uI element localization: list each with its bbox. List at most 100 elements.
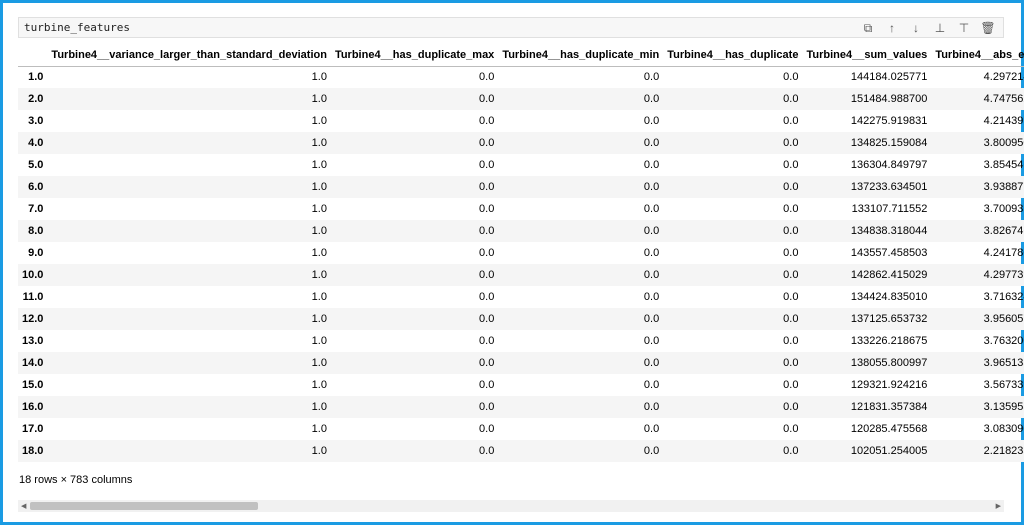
table-cell: 0.0 bbox=[783, 247, 799, 259]
table-cell: 4.747562e+08 bbox=[983, 93, 1024, 105]
table-cell: 1.0 bbox=[311, 93, 327, 105]
row-index: 14.0 bbox=[22, 357, 44, 369]
table-cell: 0.0 bbox=[643, 159, 660, 171]
table-cell: 1.0 bbox=[311, 423, 327, 435]
column-header: Turbine4__has_duplicate_max bbox=[330, 45, 499, 67]
scroll-right-icon[interactable]: ▶ bbox=[996, 502, 1001, 510]
table-row: 13.0 1.0 0.0 0.0 0.0 133226.218675 3.763200e+0… bbox=[18, 330, 1024, 352]
table-cell: 0.0 bbox=[479, 313, 495, 325]
table-cell: 0.0 bbox=[783, 445, 799, 457]
table-cell: 0.0 bbox=[783, 335, 799, 347]
table-cell: 0.0 bbox=[643, 357, 660, 369]
horizontal-scrollbar[interactable]: ◀ ▶ bbox=[18, 500, 1004, 512]
table-row: 16.0 1.0 0.0 0.0 0.0 121831.357384 3.135953e+0… bbox=[18, 396, 1024, 418]
table-cell: 1.0 bbox=[311, 379, 327, 391]
table-cell: 0.0 bbox=[643, 445, 660, 457]
table-cell: 1.0 bbox=[311, 445, 327, 457]
column-header: Turbine4__has_duplicate_min bbox=[498, 45, 664, 67]
table-row: 11.0 1.0 0.0 0.0 0.0 134424.835010 3.716324e+0… bbox=[18, 286, 1024, 308]
table-row: 2.0 1.0 0.0 0.0 0.0 151484.988700 4.747562e+08 bbox=[18, 88, 1024, 110]
dataframe-table: Turbine4__variance_larger_than_standard_… bbox=[18, 45, 1024, 462]
table-cell: 0.0 bbox=[479, 423, 495, 435]
table-cell: 129321.924216 bbox=[850, 379, 928, 391]
table-cell: 0.0 bbox=[479, 357, 495, 369]
table-cell: 3.567339e+08 bbox=[983, 379, 1024, 391]
row-index: 18.0 bbox=[22, 445, 44, 457]
row-index: 8.0 bbox=[28, 225, 44, 237]
table-cell: 0.0 bbox=[783, 159, 799, 171]
table-cell: 4.297739e+08 bbox=[983, 269, 1024, 281]
table-cell: 0.0 bbox=[479, 203, 495, 215]
table-cell: 0.0 bbox=[783, 71, 799, 84]
table-cell: 0.0 bbox=[643, 423, 660, 435]
table-cell: 4.297214e+08 bbox=[983, 71, 1024, 84]
table-cell: 0.0 bbox=[783, 137, 799, 149]
table-cell: 1.0 bbox=[311, 159, 327, 171]
table-cell: 0.0 bbox=[643, 313, 660, 325]
table-cell: 0.0 bbox=[479, 71, 495, 84]
table-cell: 0.0 bbox=[479, 159, 495, 171]
table-cell: 3.938877e+08 bbox=[983, 181, 1024, 193]
row-index: 7.0 bbox=[28, 203, 44, 215]
table-cell: 3.956057e+08 bbox=[983, 313, 1024, 325]
move-down-icon[interactable]: ↓ bbox=[907, 20, 925, 36]
row-index: 15.0 bbox=[22, 379, 44, 391]
insert-above-icon[interactable]: ⊥ bbox=[931, 20, 949, 36]
table-cell: 1.0 bbox=[311, 203, 327, 215]
table-cell: 143557.458503 bbox=[850, 247, 928, 259]
table-cell: 138055.800997 bbox=[850, 357, 928, 369]
table-cell: 136304.849797 bbox=[850, 159, 928, 171]
table-cell: 3.763200e+08 bbox=[983, 335, 1024, 347]
table-cell: 0.0 bbox=[643, 71, 660, 84]
table-row: 9.0 1.0 0.0 0.0 0.0 143557.458503 4.241780e+08 bbox=[18, 242, 1024, 264]
copy-icon[interactable]: ⧉ bbox=[859, 20, 877, 36]
table-cell: 0.0 bbox=[783, 357, 799, 369]
table-cell: 1.0 bbox=[311, 269, 327, 281]
table-cell: 0.0 bbox=[643, 247, 660, 259]
table-cell: 0.0 bbox=[783, 313, 799, 325]
table-cell: 134838.318044 bbox=[850, 225, 928, 237]
table-cell: 0.0 bbox=[479, 335, 495, 347]
table-row: 14.0 1.0 0.0 0.0 0.0 138055.800997 3.965133e+0… bbox=[18, 352, 1024, 374]
table-cell: 1.0 bbox=[311, 71, 327, 84]
table-cell: 144184.025771 bbox=[850, 71, 928, 84]
row-index: 4.0 bbox=[28, 137, 44, 149]
scrollbar-thumb[interactable] bbox=[30, 502, 258, 510]
table-cell: 0.0 bbox=[479, 291, 495, 303]
table-cell: 134825.159084 bbox=[850, 137, 928, 149]
table-row: 1.0 1.0 0.0 0.0 0.0 144184.025771 4.297214e+08 bbox=[18, 66, 1024, 88]
scroll-left-icon[interactable]: ◀ bbox=[21, 502, 26, 510]
table-row: 7.0 1.0 0.0 0.0 0.0 133107.711552 3.700935e+08 bbox=[18, 198, 1024, 220]
table-cell: 0.0 bbox=[643, 269, 660, 281]
delete-icon[interactable]: 🗑 bbox=[979, 20, 997, 36]
table-cell: 0.0 bbox=[783, 93, 799, 105]
cell-name: turbine_features bbox=[24, 21, 130, 34]
row-index: 2.0 bbox=[28, 93, 44, 105]
table-cell: 120285.475568 bbox=[850, 423, 928, 435]
move-up-icon[interactable]: ↑ bbox=[883, 20, 901, 36]
table-cell: 3.800950e+08 bbox=[983, 137, 1024, 149]
column-header: Turbine4__abs_energy bbox=[931, 45, 1024, 67]
table-cell: 133107.711552 bbox=[851, 203, 928, 215]
table-cell: 0.0 bbox=[783, 203, 799, 215]
table-shape-summary: 18 rows × 783 columns bbox=[19, 474, 133, 486]
table-cell: 0.0 bbox=[479, 115, 495, 127]
table-cell: 1.0 bbox=[311, 313, 327, 325]
table-cell: 2.218235e+08 bbox=[983, 445, 1024, 457]
column-header bbox=[18, 45, 48, 67]
row-index: 1.0 bbox=[28, 71, 44, 84]
column-header: Turbine4__sum_values bbox=[802, 45, 932, 67]
table-cell: 0.0 bbox=[643, 225, 660, 237]
table-row: 6.0 1.0 0.0 0.0 0.0 137233.634501 3.938877e+08 bbox=[18, 176, 1024, 198]
table-cell: 1.0 bbox=[311, 225, 327, 237]
column-header: Turbine4__variance_larger_than_standard_… bbox=[47, 45, 331, 67]
table-cell: 151484.988700 bbox=[850, 93, 928, 105]
table-row: 18.0 1.0 0.0 0.0 0.0 102051.254005 2.218235e+0… bbox=[18, 440, 1024, 462]
insert-below-icon[interactable]: ⊤ bbox=[955, 20, 973, 36]
table-cell: 0.0 bbox=[479, 137, 495, 149]
table-cell: 1.0 bbox=[311, 115, 327, 127]
table-cell: 137233.634501 bbox=[850, 181, 928, 193]
row-index: 5.0 bbox=[28, 159, 44, 171]
table-cell: 3.965133e+08 bbox=[983, 357, 1024, 369]
table-cell: 0.0 bbox=[783, 115, 799, 127]
